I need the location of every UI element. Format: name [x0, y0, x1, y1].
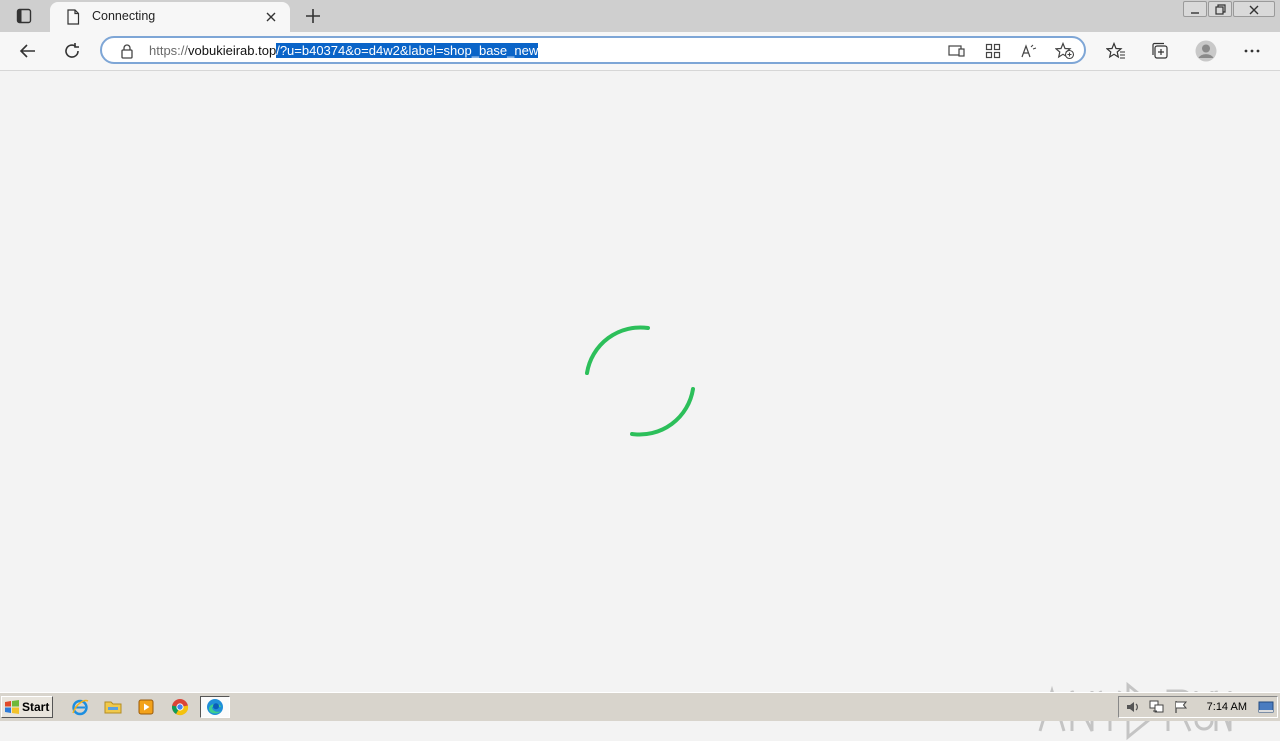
url-host: vobukieirab.top	[188, 43, 277, 58]
minimize-icon	[1191, 12, 1199, 14]
lock-icon[interactable]	[120, 43, 134, 59]
volume-icon[interactable]	[1125, 700, 1141, 714]
taskbar-ie[interactable]	[68, 697, 92, 717]
loading-spinner-icon	[585, 325, 695, 437]
refresh-icon	[65, 43, 79, 58]
taskbar-edge[interactable]	[200, 696, 230, 718]
collections-icon	[1152, 42, 1168, 59]
system-tray: 7:14 AM	[1118, 696, 1278, 718]
qr-code-button[interactable]	[983, 42, 1003, 60]
show-desktop-icon[interactable]	[1258, 700, 1274, 714]
tab-actions-button[interactable]	[8, 4, 40, 28]
app-install-icon	[948, 45, 965, 57]
back-arrow-icon	[19, 44, 35, 58]
action-center-flag-icon[interactable]	[1173, 700, 1189, 714]
windows-logo-icon	[5, 700, 19, 714]
tab-active[interactable]: Connecting	[50, 2, 290, 32]
url-scheme: https://	[149, 43, 189, 58]
chrome-icon	[171, 699, 189, 716]
browser-toolbar: https://vobukieirab.top/?u=b40374&o=d4w2…	[0, 32, 1280, 71]
restore-icon	[1215, 4, 1226, 15]
taskbar-media-player[interactable]	[134, 697, 158, 717]
taskbar: Start 7:14 AM	[0, 692, 1280, 721]
favorites-icon	[1106, 42, 1125, 59]
grid-apps-icon	[985, 43, 1001, 59]
url-query-selected: /?u=b40374&o=d4w2&label=shop_base_new	[276, 43, 539, 58]
edge-icon	[207, 699, 223, 715]
refresh-button[interactable]	[60, 39, 84, 63]
ie-icon	[72, 699, 89, 716]
favorites-button[interactable]	[1104, 39, 1128, 63]
page-content	[0, 71, 1280, 741]
minimize-button[interactable]	[1183, 1, 1207, 17]
folder-icon	[104, 701, 122, 714]
clock[interactable]: 7:14 AM	[1207, 701, 1247, 713]
url-text[interactable]: https://vobukieirab.top/?u=b40374&o=d4w2…	[149, 43, 539, 59]
avatar	[1195, 40, 1217, 62]
collections-button[interactable]	[1148, 39, 1172, 63]
start-label: Start	[22, 700, 50, 714]
restore-button[interactable]	[1208, 1, 1232, 17]
settings-more-button[interactable]	[1240, 39, 1264, 63]
read-aloud-button[interactable]	[1019, 42, 1039, 60]
tab-actions-icon	[16, 8, 32, 24]
close-tab-icon[interactable]	[264, 10, 278, 24]
tab-strip: Connecting	[0, 0, 1280, 32]
page-icon	[67, 9, 80, 25]
address-bar[interactable]: https://vobukieirab.top/?u=b40374&o=d4w2…	[100, 36, 1086, 64]
app-available-button[interactable]	[947, 42, 967, 60]
close-window-icon	[1249, 5, 1259, 15]
more-dots-icon	[1244, 49, 1260, 53]
profile-button[interactable]	[1194, 39, 1218, 63]
close-window-button[interactable]	[1233, 1, 1275, 17]
taskbar-chrome[interactable]	[168, 697, 192, 717]
new-tab-icon[interactable]	[302, 5, 324, 27]
network-icon[interactable]	[1149, 700, 1165, 714]
taskbar-explorer[interactable]	[101, 697, 125, 717]
add-favorite-button[interactable]	[1055, 42, 1075, 60]
read-aloud-icon	[1021, 44, 1037, 58]
media-player-icon	[138, 699, 154, 715]
star-add-icon	[1055, 42, 1075, 60]
tab-title: Connecting	[92, 9, 156, 23]
back-button[interactable]	[16, 39, 40, 63]
start-button[interactable]: Start	[1, 696, 53, 718]
